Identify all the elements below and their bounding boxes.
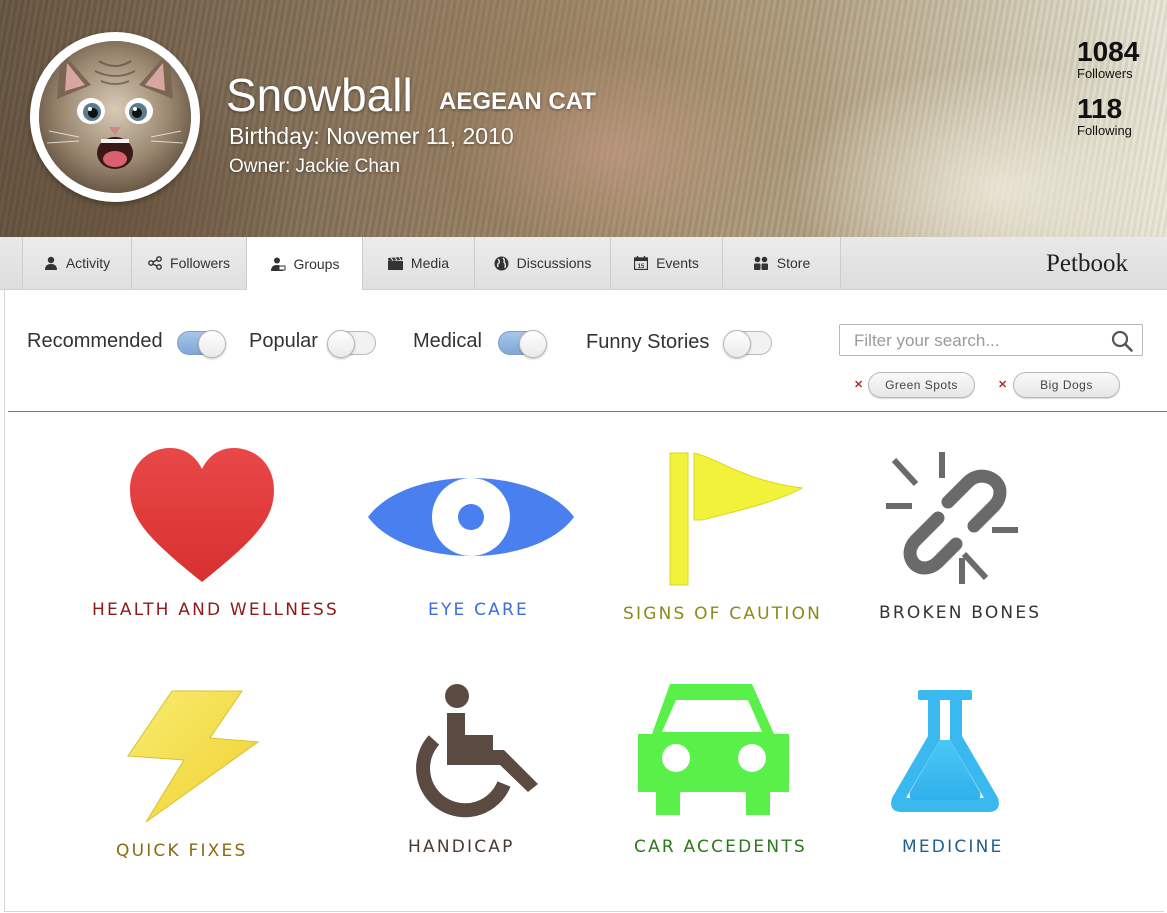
category-label: EYE CARE xyxy=(428,600,529,620)
content-frame-left xyxy=(4,290,5,912)
search-input[interactable] xyxy=(854,330,1104,352)
kitten-portrait-icon xyxy=(39,41,191,193)
tab-bar: Activity Followers Groups Media Discussi… xyxy=(0,237,1167,290)
toggle-knob xyxy=(198,330,226,358)
group-icon xyxy=(270,257,286,271)
filter-medical-label: Medical xyxy=(413,330,482,352)
users-icon xyxy=(753,256,769,270)
car-icon xyxy=(638,684,789,815)
followers-count: 1084 xyxy=(1077,36,1140,67)
tab-discussions-label: Discussions xyxy=(516,255,592,271)
tab-events[interactable]: 15 Events xyxy=(611,237,723,289)
tab-followers[interactable]: Followers xyxy=(132,237,247,289)
category-eye-care[interactable]: EYE CARE xyxy=(366,455,578,625)
filter-popular-toggle[interactable] xyxy=(327,330,376,358)
category-health-and-wellness[interactable]: HEALTH AND WELLNESS xyxy=(90,445,337,625)
tab-store-label: Store xyxy=(776,255,811,271)
heart-icon xyxy=(130,448,274,582)
toggle-knob xyxy=(723,330,751,358)
filter-medical-toggle[interactable] xyxy=(498,330,547,358)
pet-owner: Owner: Jackie Chan xyxy=(229,156,401,177)
category-handicap[interactable]: HANDICAP xyxy=(400,680,550,860)
lightning-icon xyxy=(127,690,260,823)
category-medicine[interactable]: MEDICINE xyxy=(884,688,1024,868)
category-label: BROKEN BONES xyxy=(879,603,1042,623)
tab-groups[interactable]: Groups xyxy=(247,237,363,290)
search-box xyxy=(839,324,1143,356)
flask-icon xyxy=(891,690,999,812)
tab-followers-label: Followers xyxy=(170,255,230,271)
share-icon xyxy=(148,256,162,270)
flag-icon xyxy=(669,452,804,586)
tab-groups-label: Groups xyxy=(293,255,340,272)
toggle-knob xyxy=(327,330,355,358)
following-stat[interactable]: 118 Following xyxy=(1077,95,1132,139)
category-label: CAR ACCEDENTS xyxy=(634,837,807,857)
category-quick-fixes[interactable]: QUICK FIXES xyxy=(112,688,272,868)
followers-stat[interactable]: 1084 Followers xyxy=(1077,38,1139,82)
filter-recommended-label: Recommended xyxy=(27,330,163,352)
remove-tag-big-dogs-icon[interactable]: ✕ xyxy=(998,378,1007,391)
eye-icon xyxy=(368,478,574,556)
avatar-photo xyxy=(39,41,191,193)
tab-activity-label: Activity xyxy=(65,255,111,271)
pet-breed: AEGEAN CAT xyxy=(439,88,596,115)
category-car-accedents[interactable]: CAR ACCEDENTS xyxy=(634,680,805,860)
person-icon xyxy=(44,256,58,270)
avatar[interactable] xyxy=(30,32,200,202)
filter-recommended-toggle[interactable] xyxy=(177,330,226,358)
calendar-icon: 15 xyxy=(634,256,649,270)
remove-tag-green-spots-icon[interactable]: ✕ xyxy=(854,378,863,391)
globe-icon xyxy=(494,256,509,271)
search-icon[interactable] xyxy=(1111,330,1133,357)
pet-birthday: Birthday: Novemer 11, 2010 xyxy=(229,123,514,149)
filter-funny-stories-toggle[interactable] xyxy=(723,330,772,358)
clapperboard-icon xyxy=(387,256,403,270)
tag-chip-big-dogs[interactable]: Big Dogs xyxy=(1013,372,1120,398)
category-label: MEDICINE xyxy=(902,837,1004,857)
wheelchair-icon xyxy=(416,684,538,818)
tab-activity[interactable]: Activity xyxy=(22,237,132,289)
tab-media-label: Media xyxy=(410,255,450,271)
category-label: HANDICAP xyxy=(408,837,515,857)
tab-discussions[interactable]: Discussions xyxy=(475,237,611,289)
following-label: Following xyxy=(1077,123,1132,138)
category-label: HEALTH AND WELLNESS xyxy=(92,600,340,620)
followers-label: Followers xyxy=(1077,66,1133,81)
category-signs-of-caution[interactable]: SIGNS OF CAUTION xyxy=(622,450,822,630)
filter-funny-stories-label: Funny Stories xyxy=(586,331,710,353)
tab-media[interactable]: Media xyxy=(363,237,475,289)
tab-events-label: Events xyxy=(656,255,699,271)
following-count: 118 xyxy=(1077,93,1123,124)
content-frame-bottom xyxy=(4,911,1164,912)
filter-popular-label: Popular xyxy=(249,330,318,352)
broken-link-icon xyxy=(886,452,1018,584)
filter-divider xyxy=(8,411,1167,412)
svg-text:15: 15 xyxy=(638,264,645,270)
tag-chip-green-spots[interactable]: Green Spots xyxy=(868,372,975,398)
category-label: QUICK FIXES xyxy=(116,841,248,861)
pet-name: Snowball xyxy=(226,69,413,121)
brand-logo[interactable]: Petbook xyxy=(1046,250,1128,278)
tab-store[interactable]: Store xyxy=(723,237,841,289)
toggle-knob xyxy=(519,330,547,358)
profile-banner: Snowball AEGEAN CAT Birthday: Novemer 11… xyxy=(0,0,1167,237)
category-label: SIGNS OF CAUTION xyxy=(623,604,823,624)
category-broken-bones[interactable]: BROKEN BONES xyxy=(876,450,1039,630)
